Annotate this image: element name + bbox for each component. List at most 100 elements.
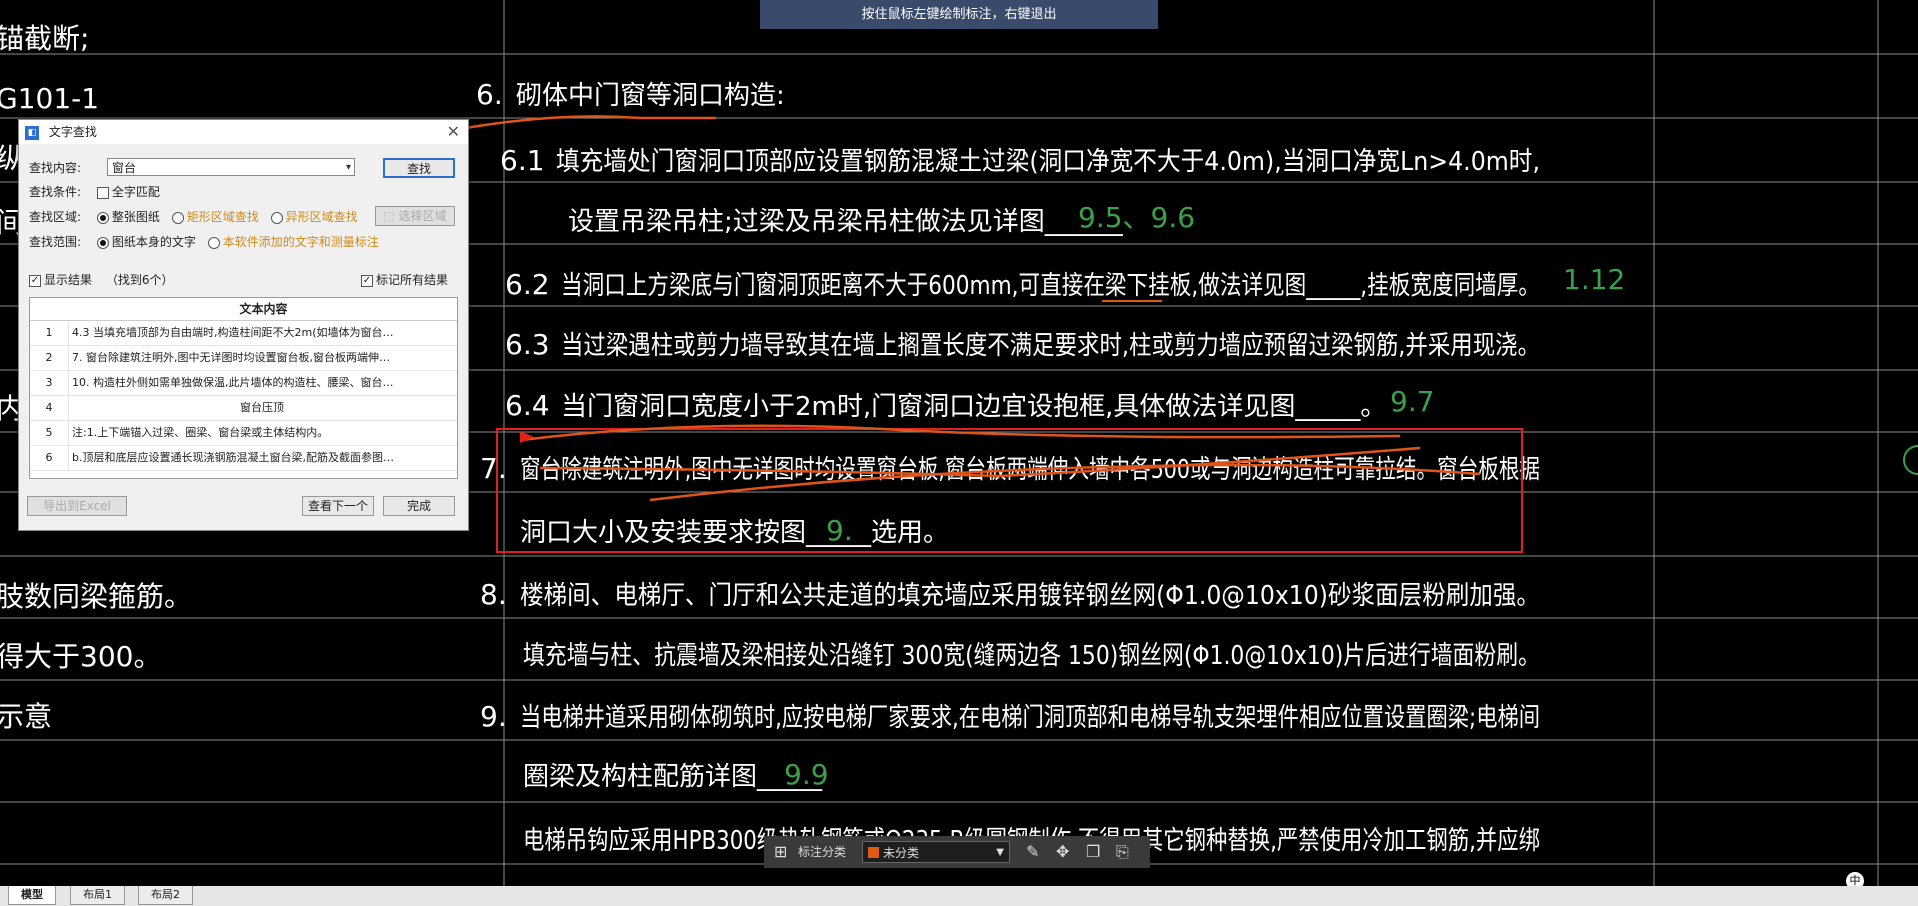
text-find-dialog[interactable]: ◧ 文字查找 ✕ 查找内容: 窗台 ▾ 查找 查找条件: 全字匹配 查找区域: … <box>18 119 469 531</box>
drawing-text-line: 填充墙处门窗洞口顶部应设置钢筋混凝土过梁(洞口净宽不大于4.0m),当洞口净宽L… <box>556 147 1540 177</box>
tab-layout1[interactable]: 布局1 <box>70 886 125 905</box>
area-whole-radio[interactable] <box>96 211 109 224</box>
drawing-text-line: 当门窗洞口宽度小于2m时,门窗洞口边宜设抱框,具体做法详见图_____。 <box>561 392 1386 422</box>
row-text: 4.3 当填充墙顶部为自由端时,构造柱间距不大2m(如墙体为窗台… <box>72 326 394 339</box>
export-excel-button[interactable]: 导出到Excel <box>27 496 127 516</box>
row-text: 7. 窗台除建筑注明外,图中无详图时均设置窗台板,窗台板两端伸… <box>72 351 390 364</box>
select-area-label: 选择区域 <box>398 209 447 223</box>
drawing-text-line: 当电梯井道采用砌体砌筑时,应按电梯厂家要求,在电梯门洞顶部和电梯导轨支架埋件相应… <box>520 703 1540 733</box>
clause-number: 6.3 <box>505 328 550 361</box>
clause-number: 7. <box>480 452 507 485</box>
range-added-option[interactable]: 本软件添加的文字和测量标注 <box>207 235 379 249</box>
area-rect-radio[interactable] <box>171 211 184 224</box>
row-text: b.顶层和底层应设置通长现浇钢筋混凝土窗台梁,配筋及截面参图… <box>72 451 394 464</box>
green-reference-note: 9.9 <box>784 758 829 791</box>
green-reference-note: 9.5、9.6 <box>1078 201 1195 234</box>
row-index: 4 <box>30 396 69 420</box>
paste-icon[interactable]: ⎘ <box>1116 836 1129 868</box>
mark-all-label: 标记所有结果 <box>376 273 449 287</box>
table-row[interactable]: 2 7. 窗台除建筑注明外,图中无详图时均设置窗台板,窗台板两端伸… <box>30 346 457 371</box>
cut-off-text: 得大于300。 <box>0 640 161 673</box>
annotation-category-select[interactable]: 未分类 ▼ <box>862 841 1010 863</box>
range-doc-radio[interactable] <box>96 236 109 249</box>
tab-layout2[interactable]: 布局2 <box>138 886 193 905</box>
area-rect-option[interactable]: 矩形区域查找 <box>171 210 259 224</box>
drawing-text-line: 设置吊梁吊柱;过梁及吊梁吊柱做法见详图______ <box>568 207 1124 237</box>
range-doc-option[interactable]: 图纸本身的文字 <box>96 235 196 249</box>
green-reference-note: 1.12 <box>1563 263 1625 296</box>
drawing-text-line: 楼梯间、电梯厅、门厅和公共走道的填充墙应采用镀锌钢丝网(Φ1.0@10x10)砂… <box>520 581 1540 611</box>
done-button[interactable]: 完成 <box>383 496 455 516</box>
range-doc-label: 图纸本身的文字 <box>111 235 196 249</box>
find-condition-row: 查找条件: 全字匹配 <box>29 182 160 202</box>
area-poly-radio[interactable] <box>270 211 283 224</box>
clause-number: 6. <box>476 78 503 111</box>
results-table-body: 1 4.3 当填充墙顶部为自由端时,构造柱间距不大2m(如墙体为窗台… 2 7. 窗台… <box>30 321 457 471</box>
find-content-value: 窗台 <box>112 161 137 175</box>
find-content-combo[interactable]: 窗台 ▾ <box>107 158 355 176</box>
cut-off-text: 锚截断; <box>0 22 89 55</box>
dialog-title: 文字查找 <box>48 125 97 139</box>
range-added-radio[interactable] <box>207 236 220 249</box>
select-area-button[interactable]: ⬚ 选择区域 <box>375 206 455 226</box>
find-area-label: 查找区域: <box>29 210 82 224</box>
next-result-button[interactable]: 查看下一个 <box>302 496 374 516</box>
move-icon[interactable]: ✥ <box>1056 836 1069 868</box>
show-results-checkbox[interactable]: ✓ <box>29 274 41 287</box>
orange-scribble-1 <box>521 424 1401 442</box>
green-reference-notes: 9.5、9.61.129.79.9.99.10 <box>784 201 1625 906</box>
mark-all-checkbox[interactable]: ✓ <box>361 274 373 287</box>
area-poly-option[interactable]: 异形区域查找 <box>270 210 358 224</box>
row-text: 窗台压顶 <box>240 401 284 414</box>
table-row[interactable]: 3 10. 构造柱外侧如需单独做保温,此片墙体的构造柱、腰梁、窗台… <box>30 371 457 396</box>
row-index: 3 <box>30 371 69 395</box>
whole-word-option[interactable]: 全字匹配 <box>96 185 160 199</box>
range-added-label: 本软件添加的文字和测量标注 <box>222 235 379 249</box>
drawing-text-line: 填充墙与柱、抗震墙及梁相接处沿缝钉 300宽(缝两边各 150)钢丝网(Φ1.0… <box>523 641 1540 671</box>
drawing-text-line: 当过梁遇柱或剪力墙导致其在墙上搁置长度不满足要求时,柱或剪力墙应预留过梁钢筋,并… <box>561 331 1540 361</box>
whole-word-checkbox[interactable] <box>96 186 109 199</box>
row-index: 6 <box>30 446 69 470</box>
show-results-option[interactable]: ✓ 显示结果 （找到6个） <box>29 270 173 290</box>
category-color-swatch <box>868 847 879 858</box>
chevron-down-icon[interactable]: ▼ <box>996 842 1004 864</box>
clause-number: 6.4 <box>505 389 550 422</box>
mark-all-option[interactable]: ✓ 标记所有结果 <box>361 270 448 290</box>
table-row[interactable]: 4 窗台压顶 <box>30 396 457 421</box>
annotation-toolbar[interactable]: ⊞ 标注分类 未分类 ▼ ✎ ✥ ❐ ⎘ <box>764 836 1150 868</box>
chevron-down-icon[interactable]: ▾ <box>346 159 351 177</box>
drawing-text-line: 圈梁及构柱配筋详图_____ <box>523 762 823 792</box>
cut-off-text: 肢数同梁箍筋。 <box>0 580 192 613</box>
clause-number: 8. <box>480 578 507 611</box>
green-reference-note: 9. <box>826 514 853 547</box>
select-area-icon: ⬚ <box>383 209 399 223</box>
edit-icon[interactable]: ✎ <box>1026 836 1039 868</box>
copy-icon[interactable]: ❐ <box>1086 836 1100 868</box>
row-index: 1 <box>30 321 69 345</box>
area-whole-label: 整张图纸 <box>111 210 160 224</box>
annotation-category-label: 标注分类 <box>798 845 847 859</box>
grid-icon[interactable]: ⊞ <box>774 836 787 868</box>
red-marker-triangle <box>520 431 534 443</box>
close-icon[interactable]: ✕ <box>447 120 460 144</box>
tab-model[interactable]: 模型 <box>8 886 56 905</box>
table-row[interactable]: 5 注:1.上下端锚入过梁、圈梁、窗台梁或主体结构内。 <box>30 421 457 446</box>
drawing-text-line: 洞口大小及安装要求按图_____选用。 <box>520 518 949 548</box>
row-text: 注:1.上下端锚入过梁、圈梁、窗台梁或主体结构内。 <box>72 426 329 439</box>
find-range-label: 查找范围: <box>29 235 82 249</box>
table-row[interactable]: 1 4.3 当填充墙顶部为自由端时,构造柱间距不大2m(如墙体为窗台… <box>30 321 457 346</box>
area-poly-label: 异形区域查找 <box>285 210 358 224</box>
find-condition-label: 查找条件: <box>29 185 82 199</box>
results-table[interactable]: 文本内容 1 4.3 当填充墙顶部为自由端时,构造柱间距不大2m(如墙体为窗台… 2… <box>29 297 458 479</box>
table-row[interactable]: 6 b.顶层和底层应设置通长现浇钢筋混凝土窗台梁,配筋及截面参图… <box>30 446 457 471</box>
green-circle-edge <box>1903 445 1918 475</box>
show-results-label: 显示结果 <box>44 273 93 287</box>
find-content-label: 查找内容: <box>29 161 82 175</box>
green-reference-note: 9.7 <box>1390 385 1435 418</box>
area-whole-option[interactable]: 整张图纸 <box>96 210 160 224</box>
drawing-hint-bar: 按住鼠标左键绘制标注，右键退出 <box>760 0 1158 29</box>
results-table-header: 文本内容 <box>30 298 457 321</box>
drawing-text-line: 砌体中门窗等洞口构造: <box>516 81 785 111</box>
find-button[interactable]: 查找 <box>383 158 455 178</box>
dialog-title-bar[interactable]: ◧ 文字查找 ✕ <box>19 120 468 144</box>
